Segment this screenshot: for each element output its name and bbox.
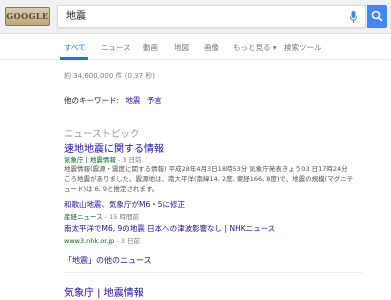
search-result-title[interactable]: 気象庁 | 地震情報 <box>64 284 144 299</box>
news-item-source: 気象庁 | 地震情報 - 3 日前 <box>64 154 142 164</box>
more-news-link[interactable]: 「地震」の他のニュース <box>64 255 152 266</box>
search-header: GOOGLE 地震 <box>0 0 391 34</box>
news-item-title[interactable]: 速地地震に関する情報 <box>64 140 164 155</box>
news-date: - 3 日前 <box>114 237 140 245</box>
related-keywords-label: 他のキーワード: <box>64 96 120 105</box>
news-item-title[interactable]: 和歌山地震、気象庁がM6・5に修正 <box>64 199 185 210</box>
search-button[interactable] <box>367 5 387 28</box>
news-date: - 15 時間前 <box>102 213 140 221</box>
news-item-snippet: 地震情報(震源・震度に関する情報) 平成28年4月3日18時53分 気象庁発表き… <box>64 165 354 193</box>
tab-images[interactable]: 画像 <box>204 42 219 53</box>
news-source-name[interactable]: 気象庁 | 地震情報 <box>64 156 116 164</box>
logo-text: GOOGLE <box>6 11 49 21</box>
news-topics-heading: ニューストピック <box>64 129 140 140</box>
search-icon <box>371 10 383 22</box>
search-input[interactable]: 地震 <box>57 5 366 28</box>
related-keyword-link[interactable]: 予言 <box>147 96 162 105</box>
tab-more[interactable]: もっと見る ▾ <box>233 42 277 53</box>
result-stats: 約 34,600,000 件 (0.37 秒) <box>64 72 156 80</box>
news-item-source: 産経ニュース - 15 時間前 <box>64 211 139 221</box>
microphone-icon[interactable] <box>350 11 357 23</box>
news-item-title[interactable]: 南太平洋でM6, 9の地震 日本への津波影響なし | NHKニュース <box>64 223 275 234</box>
related-keywords: 他のキーワード: 地震 予言 <box>64 95 162 106</box>
active-tab-indicator <box>60 57 88 60</box>
search-tabs: すべて ニュース 動画 地図 画像 もっと見る ▾ 検索ツール <box>0 34 391 60</box>
tab-maps[interactable]: 地図 <box>174 42 189 53</box>
tab-videos[interactable]: 動画 <box>143 42 158 53</box>
tab-all[interactable]: すべて <box>64 42 86 53</box>
related-keyword-link[interactable]: 地震 <box>125 96 140 105</box>
news-source-name: www3.nhk.or.jp <box>64 237 115 245</box>
tab-search-tools[interactable]: 検索ツール <box>284 42 322 53</box>
news-date: - 3 日前 <box>115 156 142 164</box>
news-item-source: www3.nhk.or.jp - 3 日前 <box>64 235 140 245</box>
google-doodle-logo[interactable]: GOOGLE <box>5 7 50 26</box>
search-query-text: 地震 <box>66 11 86 22</box>
tab-news[interactable]: ニュース <box>101 42 131 53</box>
section-divider <box>64 272 362 273</box>
news-source-name: 産経ニュース <box>64 213 103 221</box>
